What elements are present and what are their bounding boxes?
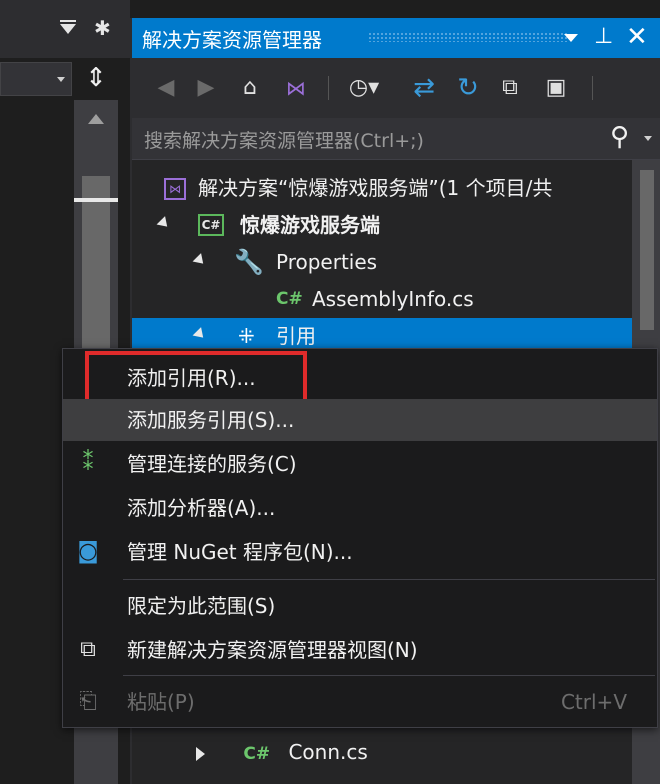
menu-item-label: 管理 NuGet 程序包(N)... — [127, 540, 353, 564]
csharp-project-icon: C# — [198, 214, 224, 236]
new-view-icon: ⧉ — [80, 637, 96, 662]
menu-item-add-service-reference[interactable]: 添加服务引用(S)... — [63, 399, 657, 441]
menu-item-manage-connected-services[interactable]: ⁑ 管理连接的服务(C) — [63, 443, 657, 485]
scroll-thumb[interactable] — [640, 170, 654, 330]
tree-item-assemblyinfo[interactable]: C# AssemblyInfo.cs — [132, 281, 632, 318]
scroll-up-icon[interactable] — [88, 114, 104, 124]
dropdown-icon-bar — [60, 20, 76, 22]
menu-item-new-explorer-view[interactable]: ⧉ 新建解决方案资源管理器视图(N) — [63, 629, 657, 671]
panel-toolbar: ◀ ▶ ⌂ ⋈ ◷▾ ⇄ ↻ ⧉ ▣ — [132, 58, 660, 118]
solution-icon: ⋈ — [164, 178, 186, 200]
tree-item-label: Properties — [276, 250, 378, 274]
search-box[interactable]: 搜索解决方案资源管理器(Ctrl+;) ⚲ — [132, 118, 660, 160]
home-icon[interactable]: ⌂ — [232, 70, 268, 106]
sync-icon[interactable]: ⇄ — [406, 70, 442, 106]
expand-arrow-icon[interactable] — [192, 253, 208, 268]
pin-icon[interactable]: ⊥ — [594, 24, 613, 50]
menu-separator — [123, 675, 655, 676]
back-icon[interactable]: ◀ — [150, 70, 182, 106]
dropdown-icon[interactable] — [60, 24, 76, 34]
menu-item-scope-to-this[interactable]: 限定为此范围(S) — [63, 585, 657, 627]
connected-services-icon: ⁑ — [82, 451, 94, 476]
csharp-file-icon: C# — [243, 744, 271, 764]
editor-tab-strip: ✱ — [0, 0, 130, 58]
visual-studio-icon[interactable]: ⋈ — [276, 70, 316, 106]
scroll-marker — [74, 198, 118, 202]
split-icon[interactable]: ⇕ — [76, 62, 116, 96]
panel-title: 解决方案资源管理器 — [142, 28, 322, 52]
properties-icon[interactable]: ▣ — [536, 70, 576, 106]
csharp-file-icon: C# — [276, 289, 303, 309]
tree-item-properties[interactable]: 🔧 Properties — [132, 244, 632, 281]
expand-arrow-icon[interactable] — [196, 746, 205, 761]
menu-item-label: 限定为此范围(S) — [127, 594, 276, 618]
collapse-all-icon[interactable]: ⧉ — [492, 70, 528, 106]
nuget-icon: ◙ — [77, 539, 99, 564]
tree-item-conn[interactable]: C# Conn.cs — [196, 740, 368, 764]
tree-item-label: Conn.cs — [288, 740, 368, 764]
close-icon[interactable]: ✕ — [626, 22, 648, 52]
menu-item-label: 添加分析器(A)... — [127, 496, 276, 520]
menu-separator — [123, 579, 655, 580]
menu-item-label: 添加服务引用(S)... — [127, 408, 295, 432]
menu-item-shortcut: Ctrl+V — [560, 690, 627, 714]
forward-icon[interactable]: ▶ — [190, 70, 222, 106]
titlebar-grip[interactable] — [368, 32, 568, 42]
tree-item-label: 惊爆游戏服务端 — [240, 213, 380, 237]
navigation-combo[interactable] — [0, 62, 72, 96]
panel-titlebar[interactable]: 解决方案资源管理器 ⊥ ✕ — [132, 18, 660, 58]
wrench-icon: 🔧 — [234, 248, 264, 276]
menu-item-add-reference[interactable]: 添加引用(R)... — [63, 357, 657, 399]
search-input[interactable]: 搜索解决方案资源管理器(Ctrl+;) — [144, 126, 424, 153]
menu-item-add-analyzer[interactable]: 添加分析器(A)... — [63, 487, 657, 529]
tree-item-project[interactable]: C# 惊爆游戏服务端 — [132, 207, 632, 244]
paste-icon: ⎗ — [79, 689, 97, 714]
refresh-icon[interactable]: ↻ — [450, 70, 486, 106]
scroll-thumb[interactable] — [82, 176, 110, 356]
menu-item-label: 管理连接的服务(C) — [127, 452, 297, 476]
toolbar-separator — [592, 76, 593, 100]
gear-icon[interactable]: ✱ — [94, 18, 111, 38]
tree-item-label: 解决方案“惊爆游戏服务端”(1 个项目/共 — [198, 176, 553, 200]
tree-item-label: AssemblyInfo.cs — [312, 287, 474, 311]
search-options-dropdown-icon[interactable] — [644, 136, 652, 141]
menu-item-paste[interactable]: ⎗ 粘贴(P) Ctrl+V — [63, 681, 657, 723]
toolbar-separator — [328, 76, 329, 100]
window-position-dropdown-icon[interactable] — [564, 34, 578, 42]
expand-arrow-icon[interactable] — [156, 216, 172, 231]
context-menu: 添加引用(R)... 添加服务引用(S)... ⁑ 管理连接的服务(C) 添加分… — [62, 348, 658, 728]
menu-item-label: 新建解决方案资源管理器视图(N) — [127, 638, 418, 662]
expand-arrow-icon[interactable] — [192, 327, 208, 342]
history-icon[interactable]: ◷▾ — [340, 70, 388, 106]
menu-item-label: 粘贴(P) — [127, 690, 195, 714]
chevron-down-icon — [57, 77, 65, 82]
tree-item-solution[interactable]: ⋈ 解决方案“惊爆游戏服务端”(1 个项目/共 — [132, 170, 632, 207]
search-icon[interactable]: ⚲ — [610, 122, 629, 152]
menu-item-manage-nuget[interactable]: ◙ 管理 NuGet 程序包(N)... — [63, 531, 657, 573]
menu-item-label: 添加引用(R)... — [127, 366, 256, 390]
